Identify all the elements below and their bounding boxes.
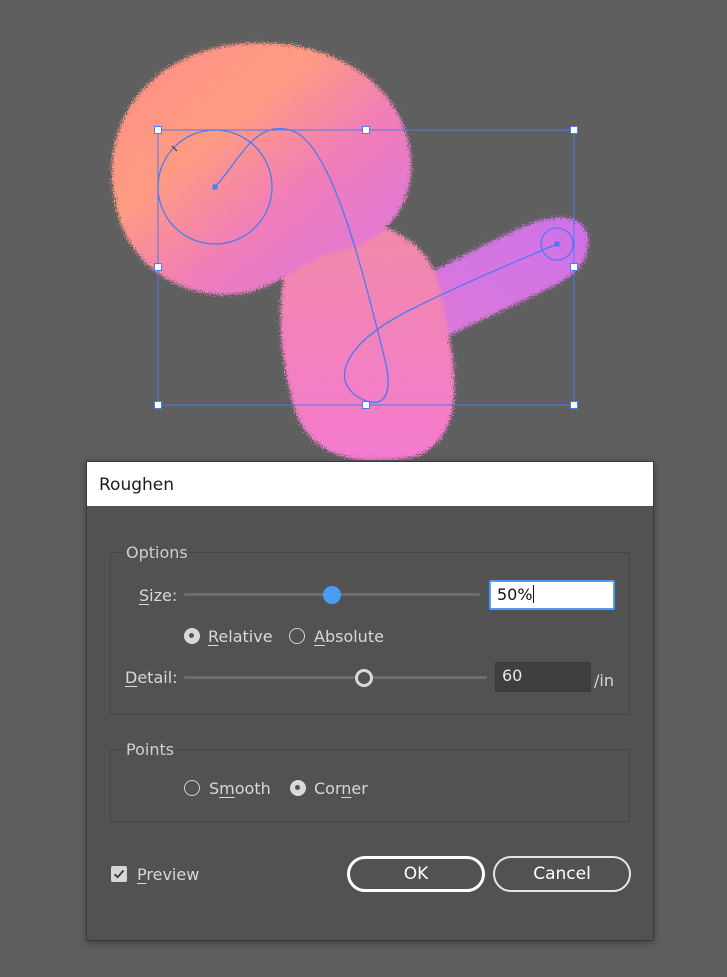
artboard-canvas[interactable]: [0, 0, 727, 460]
dialog-title[interactable]: Roughen: [87, 462, 653, 506]
smooth-label[interactable]: Smooth: [209, 779, 271, 798]
absolute-label[interactable]: Absolute: [314, 627, 384, 646]
ok-button[interactable]: OK: [347, 856, 485, 892]
roughened-path-artwork[interactable]: [0, 0, 727, 460]
relative-radio[interactable]: [184, 628, 200, 644]
detail-input[interactable]: 60: [495, 662, 591, 692]
absolute-radio[interactable]: [289, 628, 305, 644]
points-group-title: Points: [124, 740, 177, 759]
size-label: Size:: [139, 586, 178, 605]
preview-label[interactable]: Preview: [137, 865, 199, 884]
preview-checkbox[interactable]: [111, 866, 127, 882]
corner-radio[interactable]: [290, 780, 306, 796]
detail-input-value: 60: [502, 666, 523, 685]
size-slider-thumb[interactable]: [323, 586, 341, 604]
fuzzy-blob-shape: [111, 42, 589, 460]
detail-label: Detail:: [125, 668, 178, 687]
size-input-value: 50%: [497, 585, 533, 604]
checkmark-icon: [113, 869, 125, 879]
cancel-button[interactable]: Cancel: [493, 856, 631, 892]
detail-unit: /in: [594, 671, 614, 690]
size-label-rest: ize:: [149, 586, 178, 605]
relative-label[interactable]: Relative: [208, 627, 273, 646]
corner-label[interactable]: Corner: [314, 779, 368, 798]
detail-slider-thumb[interactable]: [355, 669, 373, 687]
size-input[interactable]: 50%: [489, 580, 615, 610]
text-caret: [532, 585, 534, 603]
options-group-title: Options: [124, 543, 190, 562]
detail-slider-track[interactable]: [184, 676, 487, 679]
roughen-dialog: Roughen Options Size: 50% Relative Absol…: [86, 461, 654, 941]
smooth-radio[interactable]: [184, 780, 200, 796]
